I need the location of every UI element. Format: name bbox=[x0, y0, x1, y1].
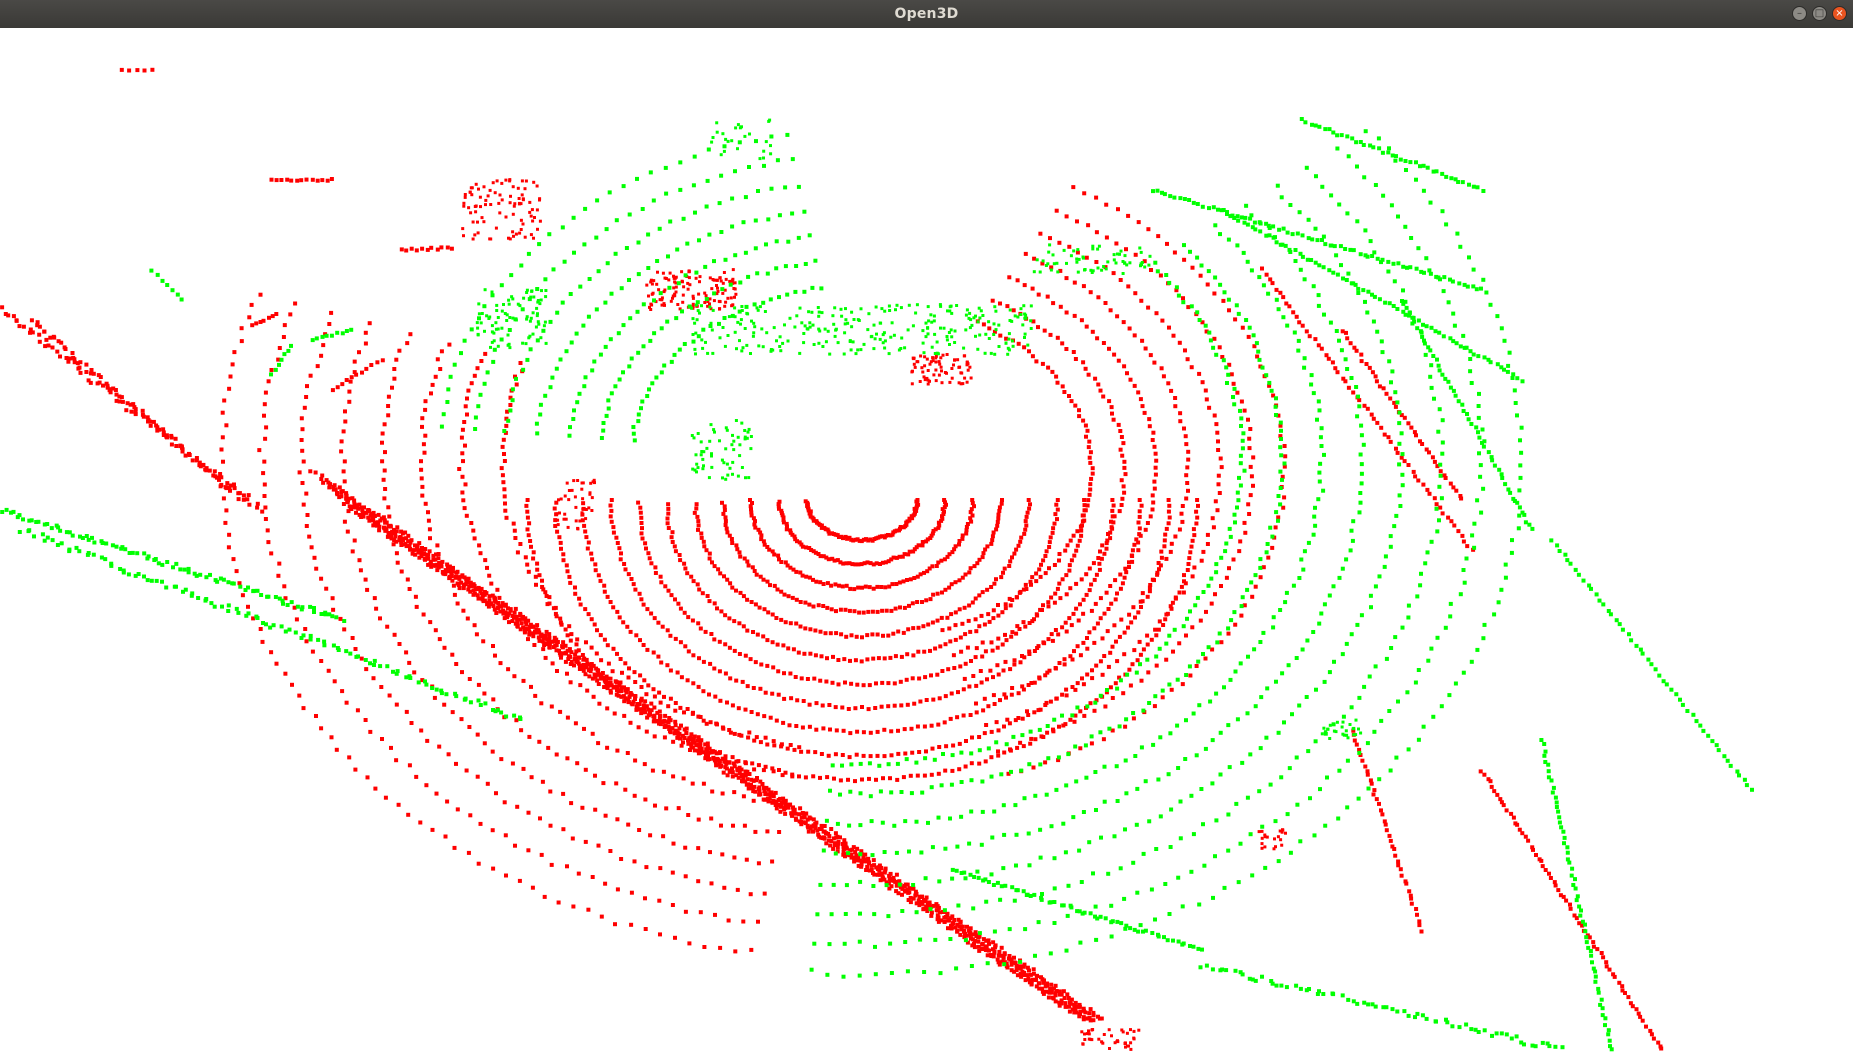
minimize-icon[interactable]: – bbox=[1792, 6, 1807, 21]
close-icon[interactable]: × bbox=[1832, 6, 1847, 21]
green-point-cloud bbox=[0, 117, 1754, 1052]
point-cloud-canvas[interactable] bbox=[0, 28, 1853, 1053]
window-controls: – □ × bbox=[1792, 6, 1847, 21]
window-title: Open3D bbox=[894, 6, 959, 22]
red-point-cloud bbox=[0, 67, 1664, 1051]
maximize-icon[interactable]: □ bbox=[1812, 6, 1827, 21]
window-titlebar[interactable]: Open3D – □ × bbox=[0, 0, 1853, 28]
render-viewport[interactable] bbox=[0, 28, 1853, 1053]
